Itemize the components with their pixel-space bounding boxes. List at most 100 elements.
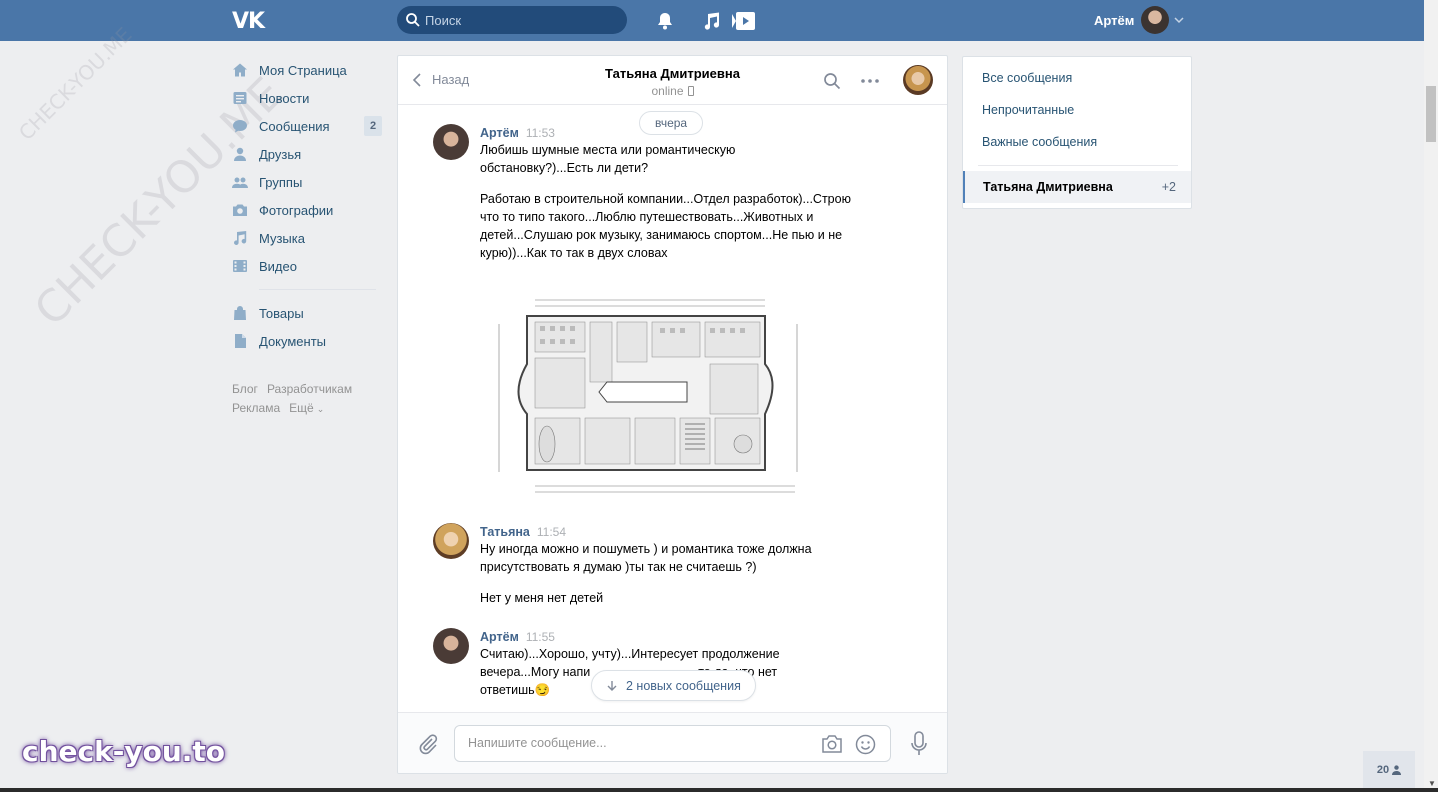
mobile-icon bbox=[687, 86, 694, 96]
status-text: online bbox=[651, 84, 684, 98]
author-name: Татьяна bbox=[480, 525, 530, 539]
message-group: Артём 11:53 Любишь шумные места или роман… bbox=[433, 124, 913, 514]
video-icon bbox=[232, 258, 248, 274]
nav-label: Группы bbox=[259, 174, 303, 190]
message-time: 11:54 bbox=[536, 525, 567, 539]
nav-item-messages[interactable]: Сообщения 2 bbox=[232, 112, 382, 140]
nav-item-friends[interactable]: Друзья bbox=[232, 140, 382, 168]
bell-icon[interactable] bbox=[654, 10, 676, 32]
brand-watermark: check-you.to bbox=[22, 735, 226, 768]
footer-link-developers[interactable]: Разработчикам bbox=[267, 382, 352, 396]
footer-link-blog[interactable]: Блог bbox=[232, 382, 258, 396]
footer-more-label: Ещё bbox=[289, 401, 314, 415]
footer-link-ads[interactable]: Реклама bbox=[232, 401, 280, 415]
top-header: VK Артём bbox=[0, 0, 1424, 41]
message-text: Работаю в строительной компании...Отдел … bbox=[480, 192, 851, 260]
online-friends-button[interactable]: 20 bbox=[1363, 751, 1415, 788]
friends-icon bbox=[232, 146, 248, 162]
nav-label: Новости bbox=[259, 90, 310, 106]
bag-icon bbox=[232, 305, 248, 321]
chevron-down-icon: ⌄ bbox=[316, 404, 325, 414]
new-messages-button[interactable]: 2 новых сообщения bbox=[591, 670, 756, 701]
vk-logo[interactable]: VK bbox=[232, 9, 265, 34]
music-note-icon[interactable] bbox=[700, 10, 722, 32]
message-author[interactable]: Артём 11:55 bbox=[480, 630, 555, 644]
nav-label: Товары bbox=[259, 305, 304, 321]
menu-item-unread[interactable]: Непрочитанные bbox=[982, 103, 1074, 117]
nav-label: Фотографии bbox=[259, 202, 334, 218]
message-text: Ну иногда можно и пошуметь ) и романтика… bbox=[480, 542, 812, 574]
nav-item-video[interactable]: Видео bbox=[232, 252, 382, 280]
avatar[interactable] bbox=[433, 628, 469, 664]
smile-icon[interactable] bbox=[855, 734, 876, 755]
messages-filter-menu: Все сообщения Непрочитанные Важные сообщ… bbox=[962, 56, 1192, 209]
message-time: 11:55 bbox=[525, 630, 555, 644]
header-avatar[interactable] bbox=[1141, 6, 1169, 34]
camera-icon bbox=[232, 202, 248, 218]
nav-item-groups[interactable]: Группы bbox=[232, 168, 382, 196]
menu-item-active-chat[interactable]: Татьяна Дмитриевна +2 bbox=[963, 171, 1191, 203]
author-name: Артём bbox=[480, 126, 519, 140]
left-nav: Моя Страница Новости Сообщения 2 Друзья … bbox=[232, 56, 382, 355]
chat-panel: Назад Татьяна Дмитриевна online вчера Ар… bbox=[397, 55, 948, 774]
groups-icon bbox=[232, 174, 248, 190]
os-taskbar bbox=[0, 788, 1438, 792]
scroll-down-arrow-icon[interactable]: ▼ bbox=[1428, 779, 1436, 788]
document-icon bbox=[232, 333, 248, 349]
camera-icon[interactable] bbox=[821, 734, 843, 754]
nav-item-my-page[interactable]: Моя Страница bbox=[232, 56, 382, 84]
active-chat-name: Татьяна Дмитриевна bbox=[983, 180, 1113, 194]
music-icon bbox=[232, 230, 248, 246]
message-input-box[interactable] bbox=[454, 725, 891, 762]
chevron-down-icon[interactable] bbox=[1174, 15, 1184, 25]
nav-label: Моя Страница bbox=[259, 62, 347, 78]
nav-footer-links: Блог Разработчикам Реклама Ещё ⌄ bbox=[232, 380, 382, 419]
nav-item-music[interactable]: Музыка bbox=[232, 224, 382, 252]
active-chat-count: +2 bbox=[1161, 180, 1176, 194]
peer-avatar[interactable] bbox=[903, 65, 933, 95]
message-time: 11:53 bbox=[525, 126, 555, 140]
menu-divider bbox=[978, 165, 1178, 166]
page-scrollbar[interactable]: ▼ bbox=[1424, 0, 1438, 792]
header-user-name[interactable]: Артём bbox=[1094, 13, 1134, 28]
footer-link-more[interactable]: Ещё ⌄ bbox=[289, 401, 324, 415]
message-group: Татьяна 11:54 Ну иногда можно и пошуметь … bbox=[433, 523, 913, 623]
menu-item-all[interactable]: Все сообщения bbox=[982, 71, 1072, 85]
nav-item-photos[interactable]: Фотографии bbox=[232, 196, 382, 224]
new-messages-label: 2 новых сообщения bbox=[626, 678, 741, 693]
arrow-down-icon bbox=[607, 680, 617, 691]
more-dots-icon[interactable] bbox=[860, 72, 880, 90]
message-text: Любишь шумные места или романтическую об… bbox=[480, 143, 736, 175]
nav-label: Сообщения bbox=[259, 118, 330, 134]
search-icon[interactable] bbox=[823, 72, 841, 90]
nav-item-documents[interactable]: Документы bbox=[232, 327, 382, 355]
paperclip-icon[interactable] bbox=[417, 733, 439, 755]
avatar[interactable] bbox=[433, 124, 469, 160]
message-composer bbox=[398, 712, 947, 773]
floor-plan-image[interactable] bbox=[495, 294, 807, 500]
microphone-icon[interactable] bbox=[910, 731, 928, 757]
search-box[interactable] bbox=[397, 6, 627, 34]
chat-header: Назад Татьяна Дмитриевна online bbox=[398, 56, 947, 105]
message-author[interactable]: Артём 11:53 bbox=[480, 126, 555, 140]
news-icon bbox=[232, 90, 248, 106]
nav-divider bbox=[259, 289, 376, 290]
search-input[interactable] bbox=[425, 12, 615, 28]
nav-item-news[interactable]: Новости bbox=[232, 84, 382, 112]
menu-item-important[interactable]: Важные сообщения bbox=[982, 135, 1097, 149]
message-text: Нет у меня нет детей bbox=[480, 591, 604, 605]
nav-label: Видео bbox=[259, 258, 297, 274]
message-author[interactable]: Татьяна 11:54 bbox=[480, 525, 566, 539]
play-icon[interactable] bbox=[732, 10, 756, 32]
messages-count-badge: 2 bbox=[364, 116, 382, 136]
search-icon bbox=[406, 13, 420, 27]
scrollbar-thumb[interactable] bbox=[1426, 86, 1436, 142]
online-count: 20 bbox=[1376, 763, 1390, 776]
message-input[interactable] bbox=[468, 736, 798, 750]
nav-label: Друзья bbox=[259, 146, 302, 162]
nav-item-goods[interactable]: Товары bbox=[232, 299, 382, 327]
avatar[interactable] bbox=[433, 523, 469, 559]
messages-icon bbox=[232, 118, 248, 134]
home-icon bbox=[232, 62, 248, 78]
nav-label: Документы bbox=[259, 333, 327, 349]
